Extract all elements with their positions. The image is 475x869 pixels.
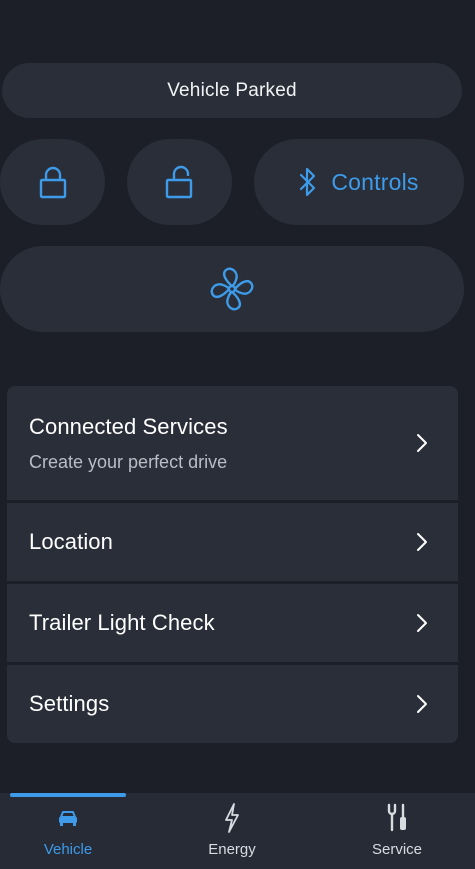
nav-tab-label: Vehicle [43, 841, 93, 858]
vehicle-menu: Connected Services Create your perfect d… [7, 386, 458, 743]
lock-icon [39, 166, 66, 199]
menu-item-title: Location [29, 529, 113, 554]
nav-tab-vehicle[interactable]: Vehicle [8, 801, 128, 865]
menu-item-text: Trailer Light Check [29, 610, 215, 636]
bottom-navigation: Vehicle Energy Service [0, 793, 475, 869]
menu-item-connected-services[interactable]: Connected Services Create your perfect d… [7, 386, 458, 500]
nav-tab-label: Service [371, 841, 423, 858]
chevron-right-icon [417, 533, 427, 551]
menu-item-subtitle: Create your perfect drive [29, 451, 228, 472]
nav-tab-energy[interactable]: Energy [172, 801, 292, 865]
menu-item-text: Settings [29, 691, 109, 717]
unlock-button[interactable] [127, 139, 232, 225]
nav-tab-service[interactable]: Service [337, 801, 457, 865]
chevron-right-icon [417, 695, 427, 713]
menu-item-title: Settings [29, 691, 110, 716]
controls-label: Controls [331, 168, 419, 195]
menu-item-text: Connected Services Create your perfect d… [29, 414, 228, 473]
vehicle-status-text: Vehicle Parked [167, 79, 297, 101]
tools-icon [385, 801, 409, 835]
active-tab-indicator [10, 793, 126, 797]
menu-item-trailer-light-check[interactable]: Trailer Light Check [7, 584, 458, 662]
controls-button[interactable]: Controls [254, 139, 464, 225]
menu-item-settings[interactable]: Settings [7, 665, 458, 743]
climate-fan-button[interactable] [0, 246, 464, 332]
menu-item-title: Trailer Light Check [29, 610, 215, 635]
nav-tab-label: Energy [208, 841, 256, 858]
bluetooth-icon [300, 167, 316, 197]
lightning-icon [223, 801, 241, 835]
menu-item-text: Location [29, 529, 113, 555]
unlock-icon [165, 165, 192, 199]
car-icon [57, 801, 79, 835]
vehicle-screen: Vehicle Parked Controls Connected Servic… [0, 0, 475, 869]
lock-button[interactable] [0, 139, 105, 225]
menu-item-title: Connected Services [29, 413, 228, 439]
fan-icon [210, 267, 254, 311]
chevron-right-icon [417, 614, 427, 632]
vehicle-status-pill: Vehicle Parked [2, 63, 462, 118]
menu-item-location[interactable]: Location [7, 503, 458, 581]
chevron-right-icon [417, 434, 427, 452]
